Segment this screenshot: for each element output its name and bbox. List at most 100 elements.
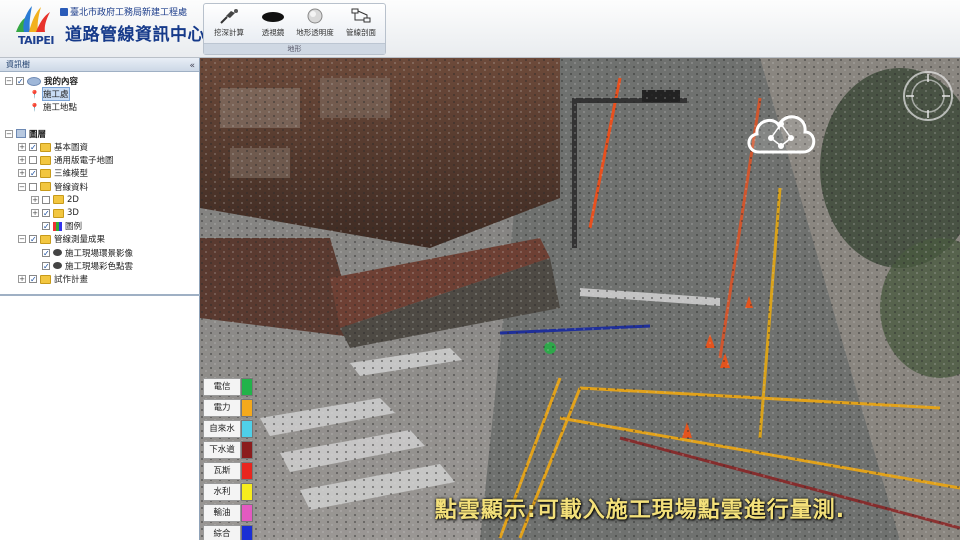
folder-icon — [40, 168, 51, 178]
legend-item: 電信 — [203, 377, 253, 397]
tree-node[interactable]: − ✓ 管線測量成果 — [18, 233, 105, 245]
panel-divider — [0, 294, 200, 296]
tree-node-label: 三維模型 — [54, 169, 89, 180]
expand-node-icon[interactable]: + — [31, 195, 39, 204]
dig-depth-label: 挖深計算 — [214, 28, 244, 37]
collapse-node-icon[interactable]: − — [5, 77, 13, 85]
legend-item: 水利 — [203, 482, 253, 502]
folder-icon — [53, 195, 64, 205]
tree-node-label: 我的內容 — [44, 77, 79, 87]
expand-node-icon[interactable]: + — [18, 169, 26, 178]
tree-node-label: 管線資料 — [54, 182, 89, 193]
tree-node[interactable]: + ✓ 基本圖資 — [18, 141, 88, 153]
agency-name: 臺北市政府工務局新建工程處 — [70, 8, 188, 18]
perspective-lens-button[interactable]: 透視鏡 — [250, 7, 296, 41]
agency-logo: TAIPEI 臺北市政府工務局新建工程處 道路管線資訊中心 — [10, 4, 205, 54]
tree-node[interactable]: ✓ 施工現場彩色點雲 — [31, 260, 133, 272]
layer-checkbox[interactable]: ✓ — [29, 169, 37, 178]
expand-node-icon[interactable]: + — [18, 143, 26, 151]
folder-icon — [53, 208, 64, 218]
pin-icon: 📍 — [29, 89, 40, 99]
layer-tree: − ✓ 我的內容 📍 施工處 📍 施工地點 − 圖層 + ✓ 基本圖資 + 通用版電子地圖 + ✓ 三維模型 − 管… — [0, 73, 200, 293]
tree-node[interactable]: ✓ 施工現場環景影像 — [31, 247, 133, 259]
legend-item: 輸油 — [203, 503, 253, 523]
terrain-transparency-button[interactable]: 地形透明度 — [292, 7, 338, 41]
legend-label: 下水道 — [203, 441, 241, 459]
folder-icon — [40, 274, 51, 284]
layer-checkbox[interactable]: ✓ — [29, 235, 37, 244]
collapse-node-icon[interactable]: − — [18, 182, 26, 191]
legend-swatch — [241, 504, 253, 522]
navigation-compass-icon[interactable] — [900, 68, 956, 124]
point-cloud-viewport[interactable]: 電信電力自來水下水道瓦斯水利 輸油綜合 點雲顯示:可載入施工現場點雲進行量測. — [200, 58, 960, 540]
layer-checkbox[interactable]: ✓ — [42, 248, 50, 257]
layer-checkbox[interactable]: ✓ — [29, 275, 37, 284]
collapse-node-icon[interactable]: − — [18, 235, 26, 244]
center-title: 道路管線資訊中心 — [65, 25, 205, 45]
dig-depth-button[interactable]: 挖深計算 — [206, 7, 252, 41]
pipe-section-icon — [351, 8, 371, 23]
layer-checkbox[interactable]: ✓ — [16, 77, 24, 86]
tree-node-label: 試作計畫 — [54, 275, 89, 285]
tree-node-label: 通用版電子地圖 — [54, 156, 114, 167]
tree-node-label: 圖例 — [65, 222, 83, 233]
legend-label: 電信 — [203, 378, 241, 396]
layers-icon — [16, 129, 26, 139]
layer-checkbox[interactable] — [42, 195, 50, 204]
collapse-node-icon[interactable]: − — [5, 129, 13, 138]
legend-label: 電力 — [203, 399, 241, 417]
tree-node-label: 施工現場環景影像 — [65, 248, 134, 259]
tree-node[interactable]: + ✓ 3D — [31, 207, 79, 219]
legend-label: 自來水 — [203, 420, 241, 438]
terrain-transparency-label: 地形透明度 — [296, 28, 334, 37]
tree-node[interactable]: + ✓ 三維模型 — [18, 167, 88, 179]
legend-item: 自來水 — [203, 419, 253, 439]
expand-node-icon[interactable]: + — [18, 275, 26, 283]
toolbar-group-label: 地形 — [204, 43, 385, 54]
legend-swatch — [241, 462, 253, 480]
tree-node-label: 圖層 — [29, 129, 47, 140]
layer-checkbox[interactable]: ✓ — [42, 261, 50, 270]
folder-icon — [40, 142, 51, 152]
cloud-network-icon[interactable] — [741, 102, 821, 162]
header-bar: TAIPEI 臺北市政府工務局新建工程處 道路管線資訊中心 挖深計算 透視鏡 地… — [0, 0, 960, 58]
collapse-icon[interactable]: « — [189, 59, 195, 73]
tree-node-label: 施工現場彩色點雲 — [65, 261, 134, 272]
transparency-icon — [307, 8, 323, 24]
folder-icon — [40, 155, 51, 165]
layer-checkbox[interactable]: ✓ — [42, 209, 50, 218]
logo-wordmark: TAIPEI — [18, 34, 54, 47]
layer-checkbox[interactable] — [29, 182, 37, 191]
tree-node[interactable]: − 圖層 — [5, 128, 46, 140]
lens-icon — [262, 12, 284, 22]
pin-icon: 📍 — [29, 102, 40, 112]
subtitle-caption: 點雲顯示:可載入施工現場點雲進行量測. — [434, 498, 846, 523]
legend-label: 瓦斯 — [203, 462, 241, 480]
tree-node-label: 施工地點 — [43, 103, 78, 114]
legend-swatch — [241, 378, 253, 396]
pipe-section-button[interactable]: 管線剖面 — [338, 7, 384, 41]
pipe-section-label: 管線剖面 — [346, 28, 376, 37]
tree-node[interactable]: − ✓ 我的內容 — [5, 75, 78, 87]
legend-swatch — [241, 525, 253, 540]
tree-node[interactable]: 📍 施工處 — [18, 87, 70, 102]
legend-item: 瓦斯 — [203, 461, 253, 481]
tree-node[interactable]: + 通用版電子地圖 — [18, 154, 114, 166]
tree-node-label: 3D — [67, 208, 79, 218]
layer-checkbox[interactable]: ✓ — [29, 143, 37, 152]
legend-label: 綜合 — [203, 525, 241, 540]
agency-emblem-icon — [60, 8, 68, 16]
legend-swatch — [241, 420, 253, 438]
info-tree-panel: 資訊樹 « − ✓ 我的內容 📍 施工處 📍 施工地點 − 圖層 + ✓ 基本圖資 + 通用版電子地圖 + ✓… — [0, 58, 200, 540]
tree-node[interactable]: +2D — [31, 194, 79, 206]
legend-swatch — [241, 441, 253, 459]
tree-node[interactable]: ✓ 圖例 — [31, 220, 82, 232]
layer-checkbox[interactable] — [29, 156, 37, 165]
expand-node-icon[interactable]: + — [18, 156, 26, 165]
tree-node[interactable]: − 管線資料 — [18, 181, 88, 193]
tree-node[interactable]: + ✓ 試作計畫 — [18, 273, 88, 285]
layer-checkbox[interactable]: ✓ — [42, 222, 50, 231]
expand-node-icon[interactable]: + — [31, 209, 39, 217]
tree-node-label: 2D — [67, 194, 79, 205]
tree-node[interactable]: 📍 施工地點 — [18, 101, 78, 114]
